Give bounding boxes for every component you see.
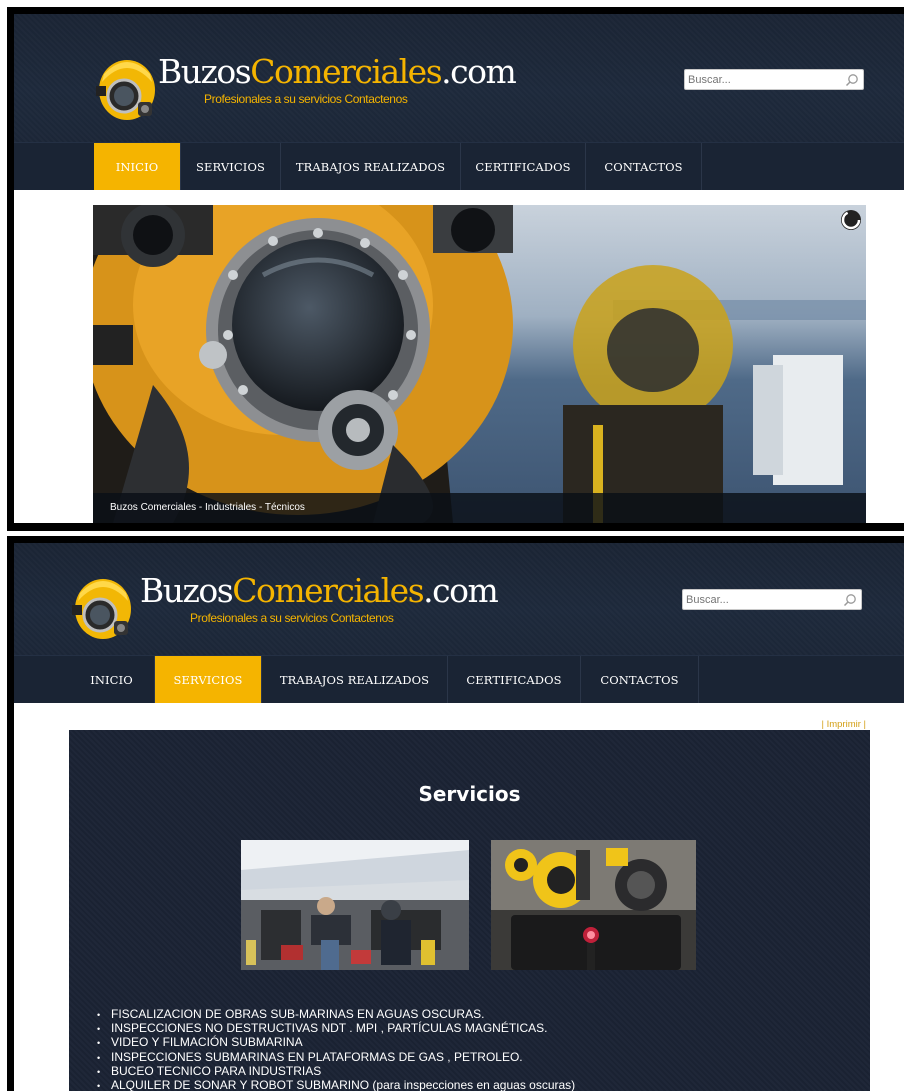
nav-item-trabajos-realizados[interactable]: TRABAJOS REALIZADOS [281, 143, 461, 190]
site-header: BuzosComerciales.com Profesionales a su … [14, 543, 904, 655]
screenshot-servicios: BuzosComerciales.com Profesionales a su … [7, 536, 904, 1091]
site-logo[interactable]: BuzosComerciales.com Profesionales a su … [94, 52, 517, 122]
diving-helmet-logo-icon [72, 579, 131, 639]
nav-item-certificados[interactable]: CERTIFICADOS [448, 656, 581, 703]
underwater-camera-photo [491, 840, 696, 970]
nav-item-certificados[interactable]: CERTIFICADOS [461, 143, 586, 190]
hero-slider[interactable]: Buzos Comerciales - Industriales - Técni… [93, 205, 866, 523]
site-logo[interactable]: BuzosComerciales.com Profesionales a su … [70, 571, 499, 641]
screenshot-home: BuzosComerciales.com Profesionales a su … [7, 7, 904, 531]
search-input[interactable] [686, 591, 836, 608]
slider-loader-icon [841, 210, 861, 230]
main-nav: INICIO SERVICIOS TRABAJOS REALIZADOS CER… [14, 655, 904, 703]
search-box[interactable] [684, 69, 864, 90]
logo-wordmark: BuzosComerciales.com [158, 52, 517, 91]
services-article: Servicios • FISCALIZACION DE OBRAS SUB-M… [69, 730, 870, 1091]
list-item: INSPECCIONES SUBMARINAS EN PLATAFORMAS D… [97, 1050, 575, 1065]
list-item: BUCEO TECNICO PARA INDUSTRIAS [97, 1064, 575, 1079]
services-list: FISCALIZACION DE OBRAS SUB-MARINAS EN AG… [97, 1007, 575, 1091]
search-input[interactable] [688, 71, 838, 88]
logo-tagline: Profesionales a su servicios Contactenos [204, 92, 408, 106]
divers-workshop-photo [241, 840, 469, 970]
logo-tagline: Profesionales a su servicios Contactenos [190, 611, 394, 625]
nav-item-contactos[interactable]: CONTACTOS [586, 143, 702, 190]
slide-caption: Buzos Comerciales - Industriales - Técni… [93, 493, 866, 523]
search-box[interactable] [682, 589, 862, 610]
list-item: ALQUILER DE SONAR Y ROBOT SUBMARINO (par… [97, 1078, 575, 1091]
list-item: VIDEO Y FILMACIÓN SUBMARINA [97, 1036, 575, 1050]
diving-helmet-logo-icon [96, 60, 155, 120]
search-icon[interactable] [845, 73, 859, 87]
nav-item-inicio[interactable]: INICIO [69, 656, 155, 703]
site-header: BuzosComerciales.com Profesionales a su … [14, 14, 904, 142]
nav-item-inicio[interactable]: INICIO [94, 143, 181, 190]
nav-item-servicios[interactable]: SERVICIOS [155, 656, 262, 703]
article-title: Servicios [418, 782, 521, 806]
search-icon[interactable] [843, 593, 857, 607]
print-link[interactable]: | Imprimir | [821, 719, 866, 730]
hero-slide-image [93, 205, 866, 523]
main-nav: INICIO SERVICIOS TRABAJOS REALIZADOS CER… [14, 142, 904, 190]
nav-item-trabajos-realizados[interactable]: TRABAJOS REALIZADOS [262, 656, 448, 703]
nav-item-servicios[interactable]: SERVICIOS [181, 143, 281, 190]
logo-wordmark: BuzosComerciales.com [140, 571, 499, 610]
nav-item-contactos[interactable]: CONTACTOS [581, 656, 699, 703]
